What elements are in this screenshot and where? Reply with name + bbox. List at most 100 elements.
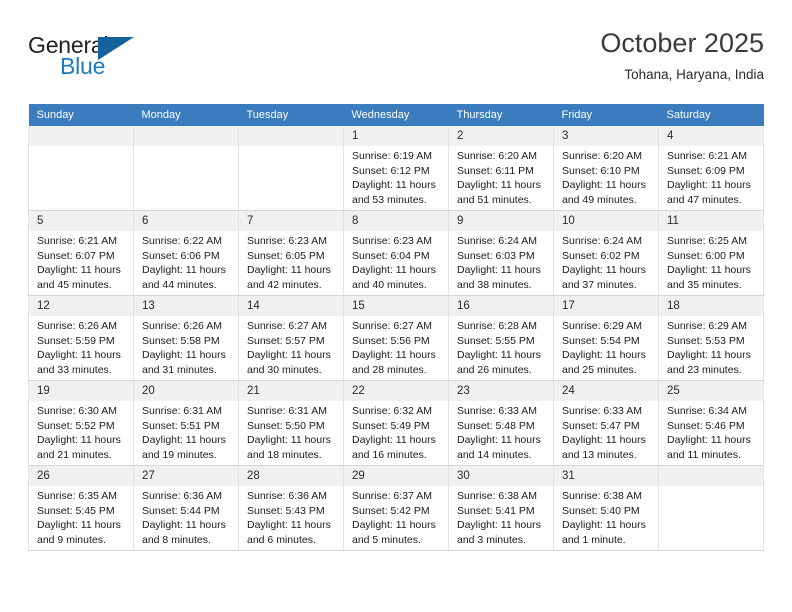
day-number: 2	[449, 126, 553, 146]
day-details: Sunrise: 6:19 AM Sunset: 6:12 PM Daylight:…	[344, 146, 448, 207]
sunset-text: Sunset: 5:53 PM	[667, 334, 745, 347]
calendar-day-cell[interactable]: 11 Sunrise: 6:25 AM Sunset: 6:00 PM Dayligh…	[658, 210, 764, 296]
sunrise-text: Sunrise: 6:20 AM	[457, 150, 537, 162]
location-subtitle: Tohana, Haryana, India	[624, 67, 764, 82]
calendar-day-cell[interactable]: 24 Sunrise: 6:33 AM Sunset: 5:47 PM Dayligh…	[553, 380, 659, 466]
sunrise-text: Sunrise: 6:33 AM	[562, 405, 642, 417]
calendar-day-cell[interactable]: 23 Sunrise: 6:33 AM Sunset: 5:48 PM Dayligh…	[448, 380, 554, 466]
daylight-text-line2: and 31 minutes.	[142, 363, 217, 376]
calendar-day-cell[interactable]: 1 Sunrise: 6:19 AM Sunset: 6:12 PM Daylight…	[343, 126, 449, 211]
sunrise-text: Sunrise: 6:36 AM	[247, 490, 327, 502]
calendar-day-cell[interactable]: 10 Sunrise: 6:24 AM Sunset: 6:02 PM Dayligh…	[553, 210, 659, 296]
daylight-text-line1: Daylight: 11 hours	[562, 264, 646, 277]
daylight-text-line2: and 8 minutes.	[142, 533, 211, 546]
sunrise-text: Sunrise: 6:33 AM	[457, 405, 537, 417]
calendar-table: Sunday Monday Tuesday Wednesday Thursday Frid…	[28, 104, 764, 551]
calendar-day-cell[interactable]: 22 Sunrise: 6:32 AM Sunset: 5:49 PM Dayligh…	[343, 380, 449, 466]
calendar-day-cell[interactable]: 16 Sunrise: 6:28 AM Sunset: 5:55 PM Dayligh…	[448, 295, 554, 381]
sunrise-text: Sunrise: 6:37 AM	[352, 490, 432, 502]
daylight-text-line2: and 45 minutes.	[37, 278, 112, 291]
daylight-text-line1: Daylight: 11 hours	[352, 179, 436, 192]
sunrise-text: Sunrise: 6:19 AM	[352, 150, 432, 162]
sunset-text: Sunset: 6:12 PM	[352, 164, 430, 177]
day-details: Sunrise: 6:34 AM Sunset: 5:46 PM Daylight:…	[659, 401, 763, 462]
day-details: Sunrise: 6:23 AM Sunset: 6:04 PM Daylight:…	[344, 231, 448, 292]
calendar-day-cell[interactable]: 30 Sunrise: 6:38 AM Sunset: 5:41 PM Dayligh…	[448, 465, 554, 551]
general-blue-logo[interactable]: General Blue	[28, 32, 178, 88]
day-number-placeholder	[134, 126, 238, 146]
day-details: Sunrise: 6:27 AM Sunset: 5:56 PM Daylight:…	[344, 316, 448, 377]
daylight-text-line2: and 28 minutes.	[352, 363, 427, 376]
sunrise-text: Sunrise: 6:32 AM	[352, 405, 432, 417]
day-details: Sunrise: 6:31 AM Sunset: 5:51 PM Daylight:…	[134, 401, 238, 462]
calendar-day-cell[interactable]: 20 Sunrise: 6:31 AM Sunset: 5:51 PM Dayligh…	[133, 380, 239, 466]
sunrise-text: Sunrise: 6:30 AM	[37, 405, 117, 417]
sunset-text: Sunset: 5:45 PM	[37, 504, 115, 517]
sunrise-text: Sunrise: 6:21 AM	[667, 150, 747, 162]
calendar-day-cell[interactable]: 14 Sunrise: 6:27 AM Sunset: 5:57 PM Dayligh…	[238, 295, 344, 381]
daylight-text-line1: Daylight: 11 hours	[142, 264, 226, 277]
day-details: Sunrise: 6:29 AM Sunset: 5:54 PM Daylight:…	[554, 316, 658, 377]
daylight-text-line2: and 9 minutes.	[37, 533, 106, 546]
sunset-text: Sunset: 6:04 PM	[352, 249, 430, 262]
calendar-day-cell[interactable]: 9 Sunrise: 6:24 AM Sunset: 6:03 PM Daylight…	[448, 210, 554, 296]
calendar-day-cell[interactable]: 18 Sunrise: 6:29 AM Sunset: 5:53 PM Dayligh…	[658, 295, 764, 381]
calendar-day-cell[interactable]: 3 Sunrise: 6:20 AM Sunset: 6:10 PM Daylight…	[553, 126, 659, 211]
calendar-day-cell[interactable]: 12 Sunrise: 6:26 AM Sunset: 5:59 PM Dayligh…	[28, 295, 134, 381]
calendar-day-cell[interactable]: 27 Sunrise: 6:36 AM Sunset: 5:44 PM Dayligh…	[133, 465, 239, 551]
day-number: 15	[344, 296, 448, 316]
sunset-text: Sunset: 5:49 PM	[352, 419, 430, 432]
calendar-day-cell[interactable]: 6 Sunrise: 6:22 AM Sunset: 6:06 PM Daylight…	[133, 210, 239, 296]
daylight-text-line1: Daylight: 11 hours	[142, 349, 226, 362]
day-details: Sunrise: 6:21 AM Sunset: 6:09 PM Daylight:…	[659, 146, 763, 207]
calendar-day-cell[interactable]: 13 Sunrise: 6:26 AM Sunset: 5:58 PM Dayligh…	[133, 295, 239, 381]
sunset-text: Sunset: 6:05 PM	[247, 249, 325, 262]
daylight-text-line2: and 42 minutes.	[247, 278, 322, 291]
calendar-day-cell[interactable]: 5 Sunrise: 6:21 AM Sunset: 6:07 PM Daylight…	[28, 210, 134, 296]
day-number: 5	[29, 211, 133, 231]
sunset-text: Sunset: 6:06 PM	[142, 249, 220, 262]
day-details: Sunrise: 6:33 AM Sunset: 5:48 PM Daylight:…	[449, 401, 553, 462]
calendar-day-cell[interactable]: 7 Sunrise: 6:23 AM Sunset: 6:05 PM Daylight…	[238, 210, 344, 296]
day-number: 25	[659, 381, 763, 401]
sunset-text: Sunset: 5:58 PM	[142, 334, 220, 347]
sunrise-text: Sunrise: 6:22 AM	[142, 235, 222, 247]
sunset-text: Sunset: 6:00 PM	[667, 249, 745, 262]
calendar-day-cell[interactable]: 25 Sunrise: 6:34 AM Sunset: 5:46 PM Dayligh…	[658, 380, 764, 466]
calendar-day-cell[interactable]: 17 Sunrise: 6:29 AM Sunset: 5:54 PM Dayligh…	[553, 295, 659, 381]
day-number: 11	[659, 211, 763, 231]
sunrise-text: Sunrise: 6:34 AM	[667, 405, 747, 417]
sunset-text: Sunset: 5:40 PM	[562, 504, 640, 517]
daylight-text-line2: and 37 minutes.	[562, 278, 637, 291]
day-details: Sunrise: 6:24 AM Sunset: 6:02 PM Daylight:…	[554, 231, 658, 292]
sunrise-text: Sunrise: 6:21 AM	[37, 235, 117, 247]
logo-text-blue: Blue	[60, 53, 106, 79]
calendar-day-cell[interactable]: 2 Sunrise: 6:20 AM Sunset: 6:11 PM Daylight…	[448, 126, 554, 211]
calendar-day-cell[interactable]: 21 Sunrise: 6:31 AM Sunset: 5:50 PM Dayligh…	[238, 380, 344, 466]
daylight-text-line1: Daylight: 11 hours	[667, 349, 751, 362]
sunrise-text: Sunrise: 6:27 AM	[247, 320, 327, 332]
calendar-day-cell[interactable]: 29 Sunrise: 6:37 AM Sunset: 5:42 PM Dayligh…	[343, 465, 449, 551]
day-number: 10	[554, 211, 658, 231]
sunset-text: Sunset: 5:55 PM	[457, 334, 535, 347]
day-details: Sunrise: 6:36 AM Sunset: 5:43 PM Daylight:…	[239, 486, 343, 547]
sunrise-text: Sunrise: 6:24 AM	[457, 235, 537, 247]
calendar-day-cell[interactable]: 28 Sunrise: 6:36 AM Sunset: 5:43 PM Dayligh…	[238, 465, 344, 551]
daylight-text-line2: and 33 minutes.	[37, 363, 112, 376]
calendar-day-cell[interactable]: 15 Sunrise: 6:27 AM Sunset: 5:56 PM Dayligh…	[343, 295, 449, 381]
calendar-day-cell[interactable]: 8 Sunrise: 6:23 AM Sunset: 6:04 PM Daylight…	[343, 210, 449, 296]
daylight-text-line1: Daylight: 11 hours	[457, 179, 541, 192]
calendar-day-cell[interactable]: 19 Sunrise: 6:30 AM Sunset: 5:52 PM Dayligh…	[28, 380, 134, 466]
day-details: Sunrise: 6:25 AM Sunset: 6:00 PM Daylight:…	[659, 231, 763, 292]
calendar-day-cell[interactable]: 31 Sunrise: 6:38 AM Sunset: 5:40 PM Dayligh…	[553, 465, 659, 551]
calendar-day-cell[interactable]: 26 Sunrise: 6:35 AM Sunset: 5:45 PM Dayligh…	[28, 465, 134, 551]
sunrise-text: Sunrise: 6:26 AM	[142, 320, 222, 332]
day-number: 27	[134, 466, 238, 486]
day-number: 14	[239, 296, 343, 316]
calendar-day-cell[interactable]: 4 Sunrise: 6:21 AM Sunset: 6:09 PM Daylight…	[658, 126, 764, 211]
daylight-text-line1: Daylight: 11 hours	[352, 264, 436, 277]
sunset-text: Sunset: 5:41 PM	[457, 504, 535, 517]
daylight-text-line2: and 53 minutes.	[352, 193, 427, 206]
sunset-text: Sunset: 6:11 PM	[457, 164, 534, 177]
calendar-week-row: 26 Sunrise: 6:35 AM Sunset: 5:45 PM Dayligh…	[28, 465, 764, 551]
